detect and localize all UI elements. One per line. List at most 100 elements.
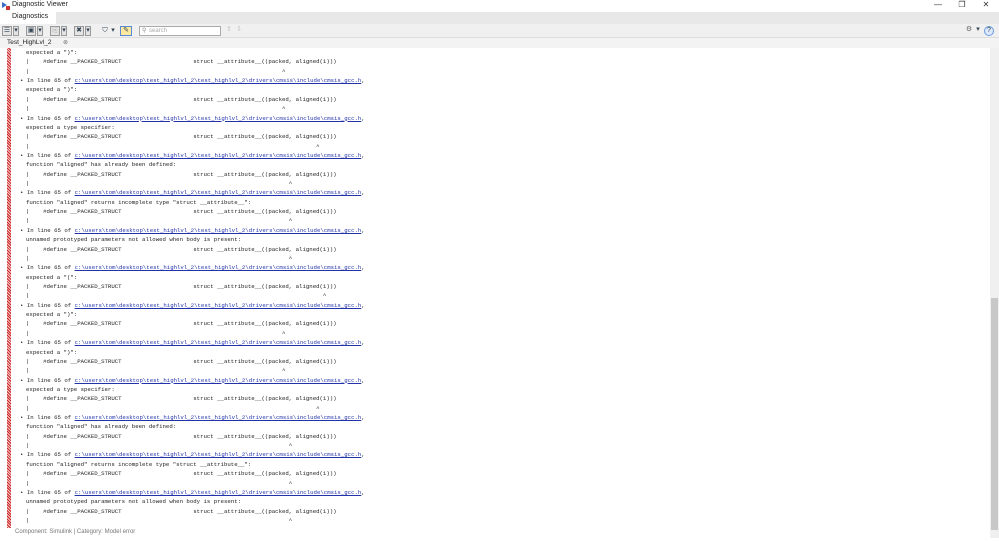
file-link[interactable]: c:\users\tom\desktop\test_highlvl_2\test… — [75, 414, 362, 421]
close-button[interactable]: ✕ — [976, 0, 996, 9]
scrollbar-thumb[interactable] — [991, 298, 998, 530]
diagnostic-log: expected a ")": | #define __PACKED_STRUCT… — [20, 48, 365, 525]
caret-line: | ^ — [26, 404, 320, 412]
message-line: unnamed prototyped parameters not allowe… — [26, 498, 242, 506]
caret-line: | ^ — [26, 105, 286, 113]
message-line: function "aligned" returns incomplete ty… — [26, 460, 252, 468]
status-text: Component: Simulink | Category: Model er… — [15, 529, 136, 535]
entry-header: • In line 65 of c:\users\tom\desktop\tes… — [20, 264, 365, 272]
file-link[interactable]: c:\users\tom\desktop\test_highlvl_2\test… — [75, 451, 362, 458]
message-line: expected a ")": — [26, 86, 78, 94]
message-line: function "aligned" returns incomplete ty… — [26, 198, 252, 206]
diagnostic-entry: • In line 65 of c:\users\tom\desktop\tes… — [20, 114, 365, 151]
caret-line: | ^ — [26, 479, 293, 487]
save-icon[interactable]: ▣ — [26, 26, 36, 36]
filter-icon[interactable]: ⛉ — [100, 26, 110, 36]
caret-line: | ^ — [26, 180, 293, 188]
error-indicator-stripe — [7, 48, 11, 528]
message-line: unnamed prototyped parameters not allowe… — [26, 236, 242, 244]
message-line: expected a ")": — [26, 311, 78, 319]
file-link[interactable]: c:\users\tom\desktop\test_highlvl_2\test… — [75, 489, 362, 496]
message-line: expected a type specifier: — [26, 123, 115, 131]
app-icon — [2, 2, 10, 10]
entry-header: • In line 65 of c:\users\tom\desktop\tes… — [20, 376, 365, 384]
diagnostics-pane: expected a ")": | #define __PACKED_STRUCT… — [0, 48, 989, 528]
tab-bar: Test_HighLvl_2 ⊗ — [0, 38, 999, 48]
diagnostic-entry: • In line 65 of c:\users\tom\desktop\tes… — [20, 450, 365, 487]
search-input[interactable]: ⚲ search — [139, 26, 221, 36]
message-line: expected a "(": — [26, 273, 78, 281]
entry-header: • In line 65 of c:\users\tom\desktop\tes… — [20, 301, 365, 309]
copy-dropdown[interactable]: ▾ — [61, 26, 67, 36]
diagnostic-entry: • In line 65 of c:\users\tom\desktop\tes… — [20, 376, 365, 413]
window-title: Diagnostic Viewer — [12, 1, 68, 8]
clear-icon[interactable]: ✖ — [74, 26, 84, 36]
message-line: function "aligned" has already been defi… — [26, 161, 177, 169]
diagnostic-entry: • In line 65 of c:\users\tom\desktop\tes… — [20, 226, 365, 263]
caret-line: | ^ — [26, 254, 293, 262]
file-link[interactable]: c:\users\tom\desktop\test_highlvl_2\test… — [75, 377, 362, 384]
save-dropdown[interactable]: ▾ — [37, 26, 43, 36]
entry-header: • In line 65 of c:\users\tom\desktop\tes… — [20, 488, 365, 496]
caret-line: | ^ — [26, 516, 293, 524]
settings-dropdown[interactable]: ▾ — [975, 26, 981, 36]
caret-line: | ^ — [26, 329, 286, 337]
diagnostic-entry: • In line 65 of c:\users\tom\desktop\tes… — [20, 488, 365, 525]
file-link[interactable]: c:\users\tom\desktop\test_highlvl_2\test… — [75, 227, 362, 234]
file-link[interactable]: c:\users\tom\desktop\test_highlvl_2\test… — [75, 264, 362, 271]
code-line: | #define __PACKED_STRUCT struct __attri… — [26, 507, 337, 515]
entry-header: • In line 65 of c:\users\tom\desktop\tes… — [20, 339, 365, 347]
entry-header: • In line 65 of c:\users\tom\desktop\tes… — [20, 451, 365, 459]
code-line: | #define __PACKED_STRUCT struct __attri… — [26, 320, 337, 328]
previous-icon[interactable]: ⇧ — [225, 26, 233, 36]
code-line: | #define __PACKED_STRUCT struct __attri… — [26, 245, 337, 253]
copy-icon[interactable]: ⎘ — [50, 26, 60, 36]
file-link[interactable]: c:\users\tom\desktop\test_highlvl_2\test… — [75, 115, 362, 122]
file-link[interactable]: c:\users\tom\desktop\test_highlvl_2\test… — [75, 339, 362, 346]
menu-bar: Diagnostics — [0, 12, 999, 24]
toolbar: ☰ ▾ ▣ ▾ ⎘ ▾ ✖ ▾ ⛉ ▾ ✎ ⚲ search ⇧ ⇩ ⚙ ▾ ? — [0, 24, 999, 38]
vertical-scrollbar[interactable] — [990, 48, 999, 538]
code-line: | #define __PACKED_STRUCT struct __attri… — [26, 357, 337, 365]
settings-icon[interactable]: ⚙ — [964, 26, 974, 36]
search-placeholder: search — [149, 28, 168, 34]
caret-line: | ^ — [26, 142, 320, 150]
message-line: function "aligned" has already been defi… — [26, 423, 177, 431]
code-line: | #define __PACKED_STRUCT struct __attri… — [26, 432, 337, 440]
file-link[interactable]: c:\users\tom\desktop\test_highlvl_2\test… — [75, 189, 362, 196]
code-line: | #define __PACKED_STRUCT struct __attri… — [26, 470, 337, 478]
highlight-icon[interactable]: ✎ — [120, 26, 132, 36]
caret-line: | ^ — [26, 367, 286, 375]
diagnostic-entry: • In line 65 of c:\users\tom\desktop\tes… — [20, 338, 365, 375]
clear-dropdown[interactable]: ▾ — [85, 26, 91, 36]
diagnostic-entry: • In line 65 of c:\users\tom\desktop\tes… — [20, 76, 365, 113]
entry-header: • In line 65 of c:\users\tom\desktop\tes… — [20, 189, 365, 197]
file-link[interactable]: c:\users\tom\desktop\test_highlvl_2\test… — [75, 77, 362, 84]
code-line: | #define __PACKED_STRUCT struct __attri… — [26, 395, 337, 403]
view-dropdown[interactable]: ▾ — [13, 26, 19, 36]
code-line: | #define __PACKED_STRUCT struct __attri… — [26, 95, 337, 103]
menu-tab-diagnostics[interactable]: Diagnostics — [0, 12, 56, 24]
title-bar: Diagnostic Viewer — ❐ ✕ — [0, 0, 999, 12]
restore-button[interactable]: ❐ — [952, 0, 972, 9]
next-icon[interactable]: ⇩ — [235, 26, 243, 36]
minimize-button[interactable]: — — [928, 0, 948, 9]
close-tab-icon[interactable]: ⊗ — [63, 39, 68, 46]
file-link[interactable]: c:\users\tom\desktop\test_highlvl_2\test… — [75, 302, 362, 309]
file-link[interactable]: c:\users\tom\desktop\test_highlvl_2\test… — [75, 152, 362, 159]
message-line: expected a ")": — [26, 49, 78, 56]
caret-line: | ^ — [26, 292, 327, 300]
entry-header: • In line 65 of c:\users\tom\desktop\tes… — [20, 151, 365, 159]
help-icon[interactable]: ? — [984, 26, 994, 36]
code-line: | #define __PACKED_STRUCT struct __attri… — [26, 170, 337, 178]
view-icon[interactable]: ☰ — [2, 26, 12, 36]
caret-line: | ^ — [26, 217, 293, 225]
caret-line: | ^ — [26, 67, 286, 75]
tab-label: Test_HighLvl_2 — [7, 39, 52, 46]
diagnostic-entry: • In line 65 of c:\users\tom\desktop\tes… — [20, 263, 365, 300]
tab-test-highlvl-2[interactable]: Test_HighLvl_2 ⊗ — [0, 38, 74, 48]
diagnostic-entry: • In line 65 of c:\users\tom\desktop\tes… — [20, 188, 365, 225]
caret-line: | ^ — [26, 442, 293, 450]
code-line: | #define __PACKED_STRUCT struct __attri… — [26, 282, 337, 290]
filter-dropdown[interactable]: ▾ — [110, 26, 116, 36]
